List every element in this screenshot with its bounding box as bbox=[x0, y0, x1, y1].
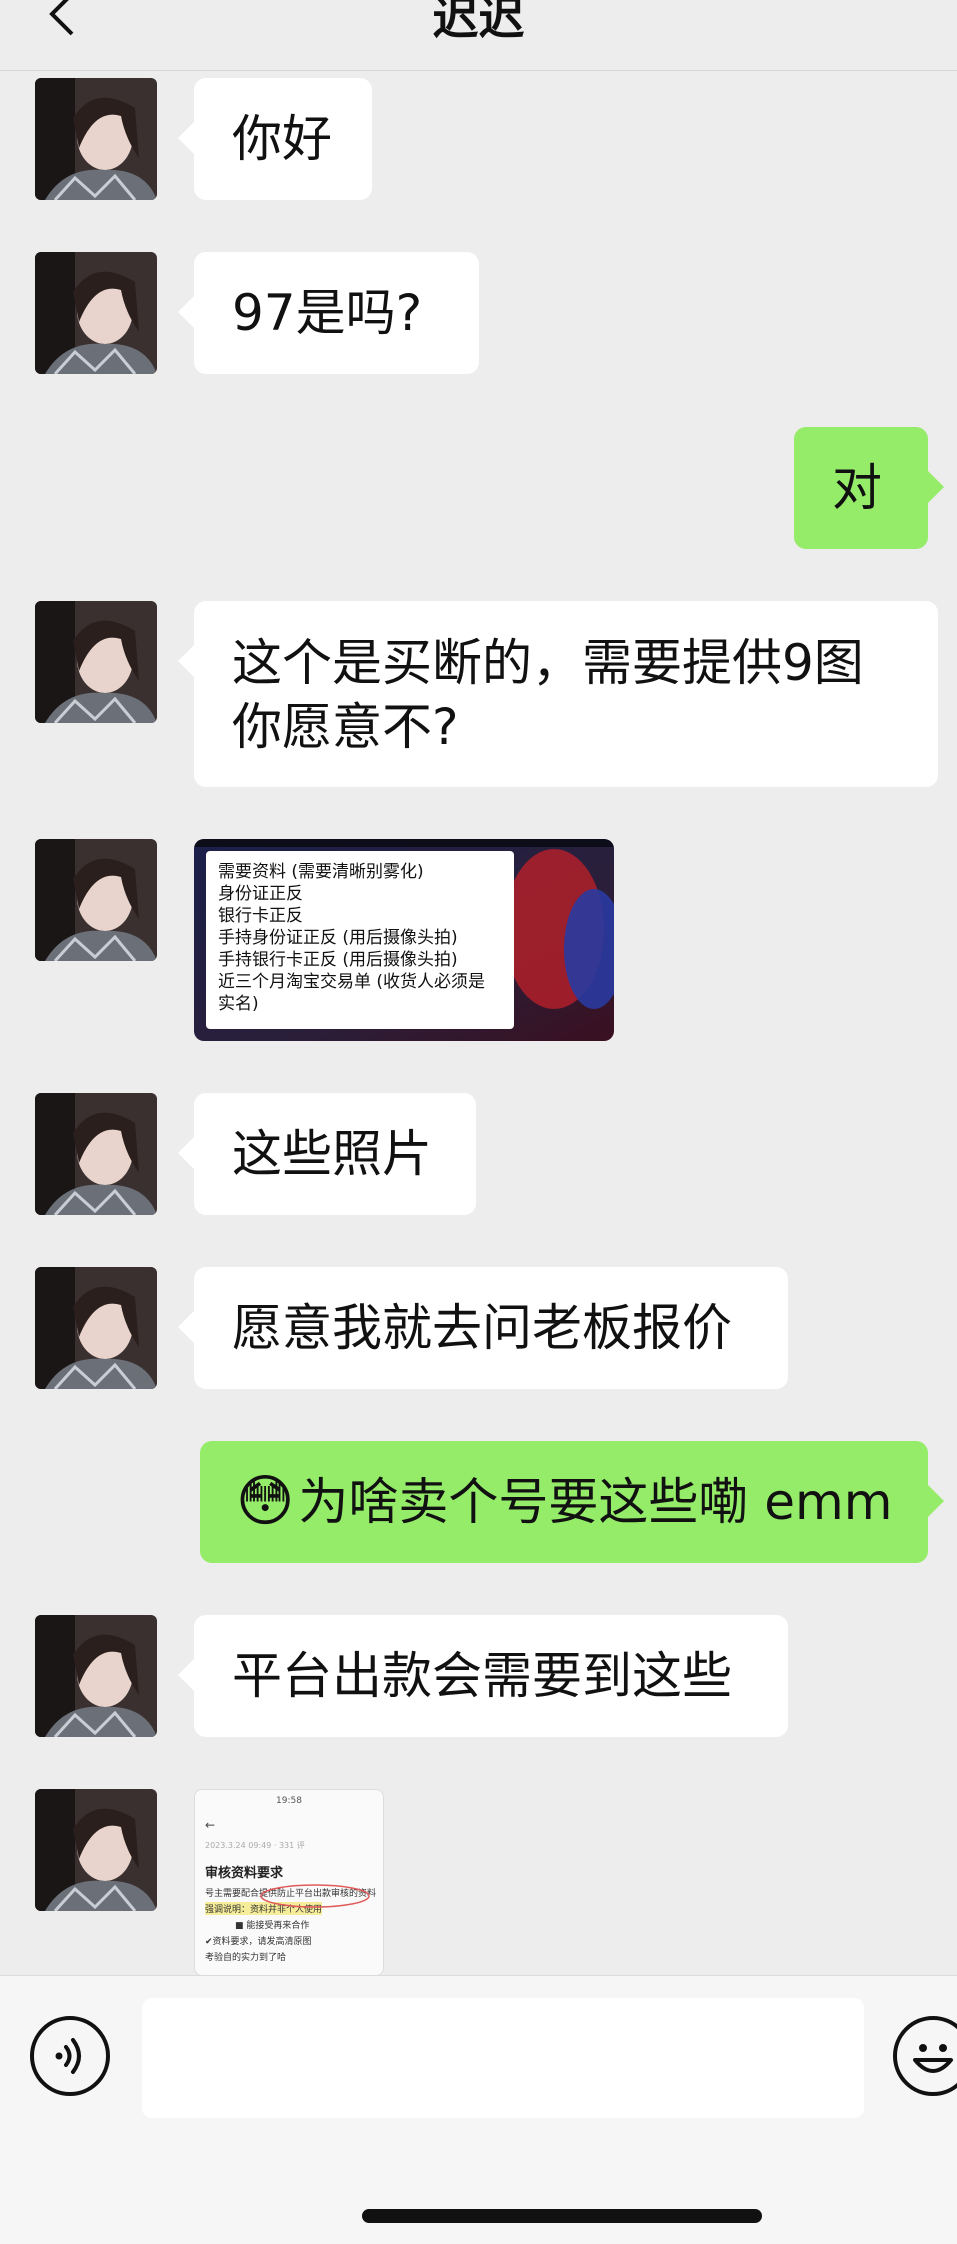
requirement-line: 需要资料 (需要清晰别雾化) bbox=[218, 862, 424, 882]
emoji-button[interactable] bbox=[893, 2016, 957, 2096]
message-composer bbox=[0, 1975, 957, 2244]
message-text: 为啥卖个号要这些嘞 emm bbox=[298, 1473, 893, 1531]
requirements-card: 需要资料 (需要清晰别雾化) 身份证正反 银行卡正反 手持身份证正反 (用后摄像… bbox=[206, 851, 514, 1029]
message-text: 愿意我就去问老板报价 bbox=[232, 1299, 732, 1357]
message-bubble[interactable]: 你好 bbox=[178, 78, 372, 200]
message-text: 对 bbox=[832, 459, 882, 517]
message-bubble[interactable]: 97是吗? bbox=[178, 252, 479, 374]
requirement-line: 身份证正反 bbox=[218, 884, 303, 904]
message-bubble[interactable]: 对 bbox=[794, 427, 944, 549]
chat-header: 迟迟 bbox=[0, 0, 957, 71]
avatar[interactable] bbox=[35, 1615, 157, 1737]
flushed-face-emoji: 😳 bbox=[236, 1469, 295, 1534]
message-bubble[interactable]: 这些照片 bbox=[178, 1093, 476, 1215]
avatar[interactable] bbox=[35, 839, 157, 961]
message-text-line: 你愿意不? bbox=[232, 698, 459, 756]
message-list[interactable]: 你好 97是吗? 对 这个是买断的，需要提供9图 你愿意不? 需要资料 (需要清… bbox=[0, 70, 957, 1975]
requirement-line: 近三个月淘宝交易单 (收货人必须是实名) bbox=[218, 972, 486, 1014]
message-bubble[interactable]: 平台出款会需要到这些 bbox=[178, 1615, 788, 1737]
voice-button[interactable] bbox=[30, 2016, 110, 2096]
avatar[interactable] bbox=[35, 601, 157, 723]
message-bubble[interactable]: 这个是买断的，需要提供9图 你愿意不? bbox=[178, 601, 938, 787]
avatar[interactable] bbox=[35, 1267, 157, 1389]
message-text-line: 这个是买断的，需要提供9图 bbox=[232, 634, 864, 692]
message-text: 这些照片 bbox=[232, 1125, 432, 1183]
emoji-icon bbox=[913, 2044, 953, 2073]
voice-icon bbox=[55, 2038, 81, 2074]
message-input[interactable] bbox=[142, 1998, 864, 2118]
message-text: 你好 bbox=[232, 110, 332, 168]
image-message[interactable]: 需要资料 (需要清晰别雾化) 身份证正反 银行卡正反 手持身份证正反 (用后摄像… bbox=[194, 839, 614, 1041]
home-indicator bbox=[362, 2209, 762, 2223]
message-bubble[interactable]: 😳 为啥卖个号要这些嘞 emm bbox=[200, 1441, 944, 1563]
requirement-line: 手持银行卡正反 (用后摄像头拍) bbox=[218, 950, 458, 970]
chat-title[interactable]: 迟迟 bbox=[0, 0, 957, 48]
avatar[interactable] bbox=[35, 252, 157, 374]
requirement-line: 银行卡正反 bbox=[218, 906, 303, 926]
avatar[interactable] bbox=[35, 1789, 157, 1911]
message-text: 平台出款会需要到这些 bbox=[232, 1647, 732, 1705]
avatar[interactable] bbox=[35, 1093, 157, 1215]
red-circle-annotation bbox=[260, 1884, 370, 1908]
screenshot-image-message[interactable]: 19:58 ← 2023.3.24 09:49 · 331 评 审核资料要求 号… bbox=[194, 1789, 384, 1975]
message-bubble[interactable]: 愿意我就去问老板报价 bbox=[178, 1267, 788, 1389]
message-text: 97是吗? bbox=[232, 284, 423, 342]
avatar[interactable] bbox=[35, 78, 157, 200]
requirement-line: 手持身份证正反 (用后摄像头拍) bbox=[218, 928, 458, 948]
